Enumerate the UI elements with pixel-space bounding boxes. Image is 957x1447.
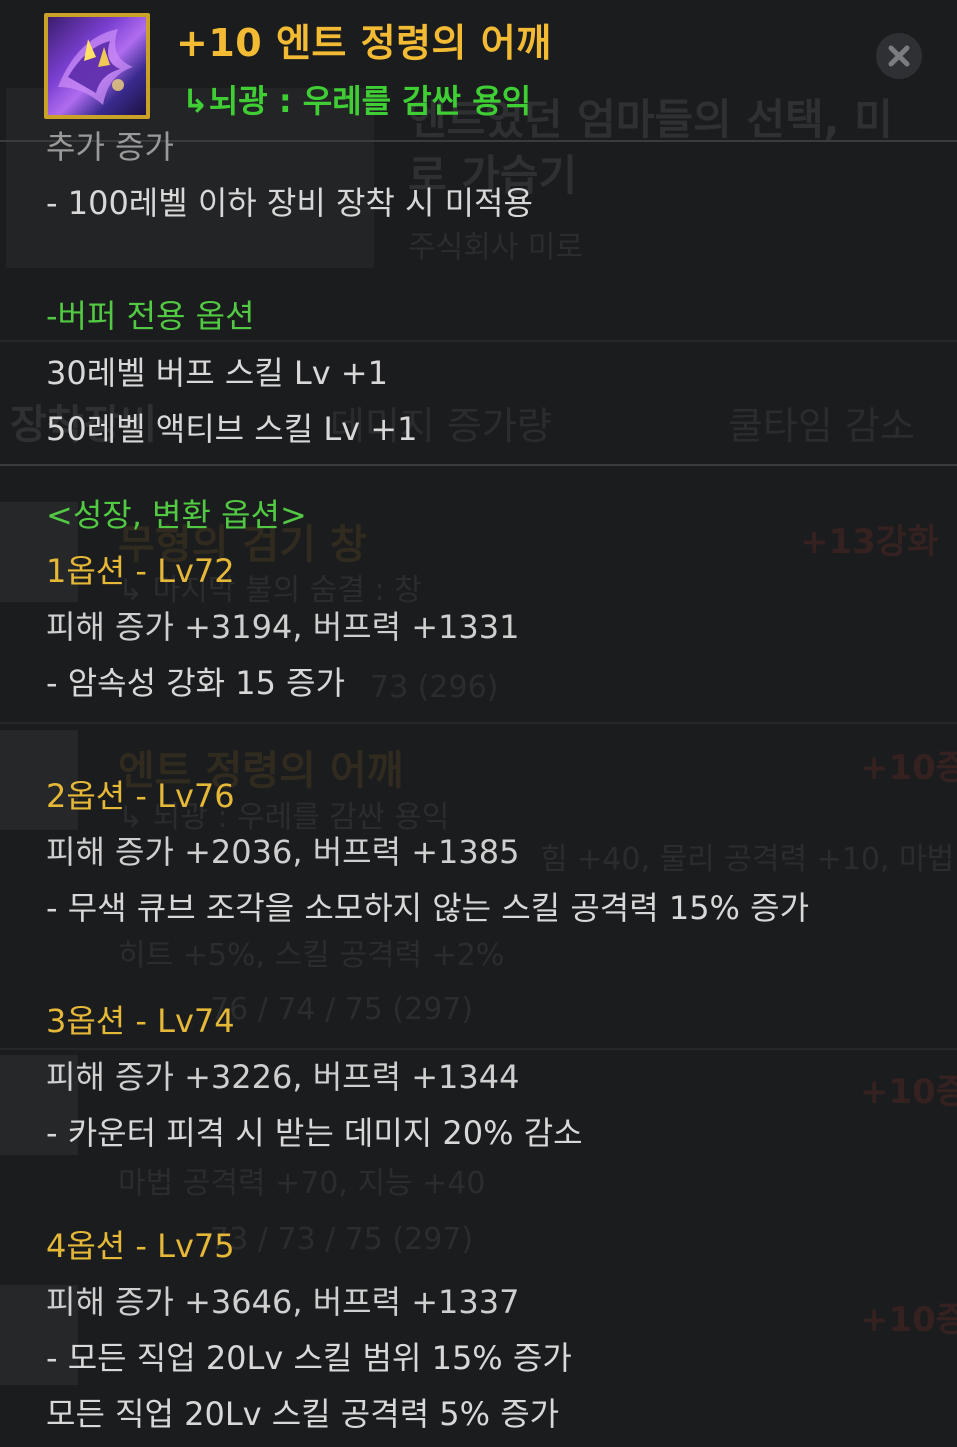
option-1-level: 1옵션 - Lv72 (46, 552, 235, 590)
close-button[interactable] (876, 33, 922, 79)
option-4-effect-2: 모든 직업 20Lv 스킬 공격력 5% 증가 (46, 1395, 560, 1433)
option-1-effect: - 암속성 강화 15 증가 (46, 664, 346, 702)
option-3-level: 3옵션 - Lv74 (46, 1002, 235, 1040)
option-1-stat: 피해 증가 +3194, 버프력 +1331 (46, 608, 520, 646)
partial-line: 추가 증가 (46, 128, 174, 166)
shoulder-armor-icon (44, 13, 150, 119)
option-2-stat: 피해 증가 +2036, 버프력 +1385 (46, 833, 520, 871)
item-tooltip: +10 엔트 정령의 어깨 ↳뇌광 : 우레를 감싼 용익 추가 증가 - 10… (0, 0, 957, 1447)
option-2-effect: - 무색 큐브 조각을 소모하지 않는 스킬 공격력 15% 증가 (46, 889, 810, 927)
note-line: - 100레벨 이하 장비 장착 시 미적용 (46, 184, 533, 222)
section-divider (0, 464, 957, 466)
option-2-level: 2옵션 - Lv76 (46, 777, 235, 815)
buffer-skill-line: 50레벨 액티브 스킬 Lv +1 (46, 410, 418, 448)
growth-section-header: <성장, 변환 옵션> (46, 496, 307, 534)
buffer-skill-line: 30레벨 버프 스킬 Lv +1 (46, 354, 388, 392)
option-4-effect: - 모든 직업 20Lv 스킬 범위 15% 증가 (46, 1339, 572, 1377)
item-subtitle: ↳뇌광 : 우레를 감싼 용익 (182, 82, 532, 120)
tooltip-header: +10 엔트 정령의 어깨 ↳뇌광 : 우레를 감싼 용익 (0, 0, 957, 142)
option-3-effect: - 카운터 피격 시 받는 데미지 20% 감소 (46, 1114, 583, 1152)
option-3-stat: 피해 증가 +3226, 버프력 +1344 (46, 1058, 520, 1096)
option-4-stat: 피해 증가 +3646, 버프력 +1337 (46, 1283, 520, 1321)
close-icon (888, 45, 910, 67)
buffer-section-header: -버퍼 전용 옵션 (46, 297, 255, 335)
item-title: +10 엔트 정령의 어깨 (176, 21, 552, 65)
option-4-level: 4옵션 - Lv75 (46, 1227, 235, 1265)
